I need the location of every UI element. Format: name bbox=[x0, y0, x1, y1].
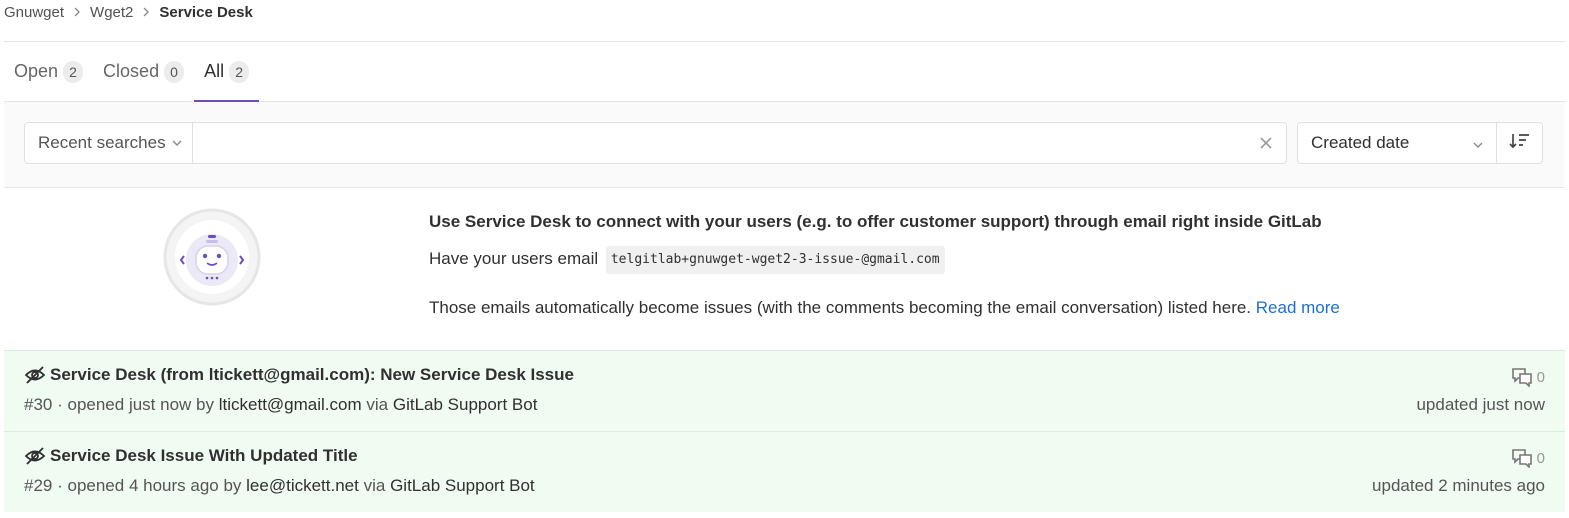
chevron-right-icon bbox=[73, 7, 81, 17]
issue-comment-count: 0 bbox=[1536, 368, 1545, 386]
issue-number: #29 bbox=[24, 476, 53, 495]
issue-meta: #30 · opened just now by ltickett@gmail.… bbox=[24, 395, 537, 415]
tab-all[interactable]: All 2 bbox=[194, 42, 260, 102]
issue-author[interactable]: ltickett@gmail.com bbox=[219, 395, 362, 414]
sort-dropdown[interactable]: Created date bbox=[1297, 122, 1497, 164]
issue-comments[interactable]: 0 bbox=[1511, 367, 1545, 387]
list-item[interactable]: Service Desk Issue With Updated Title #2… bbox=[4, 431, 1565, 512]
service-desk-email-line: Have your users email telgitlab+gnuwget-… bbox=[429, 246, 1529, 274]
sort-direction-button[interactable] bbox=[1496, 122, 1543, 164]
issue-list: Service Desk (from ltickett@gmail.com): … bbox=[4, 350, 1565, 512]
search-input-wrapper bbox=[192, 122, 1287, 164]
service-desk-page: Gnuwget Wget2 Service Desk Open 2 Closed… bbox=[0, 0, 1569, 518]
breadcrumb-gnuwget[interactable]: Gnuwget bbox=[4, 4, 64, 21]
tab-closed-count: 0 bbox=[164, 60, 185, 83]
search-input[interactable] bbox=[193, 123, 1286, 163]
issue-via-name: GitLab Support Bot bbox=[392, 395, 538, 414]
close-icon[interactable] bbox=[1258, 135, 1274, 151]
chevron-right-icon bbox=[142, 7, 150, 17]
tab-open[interactable]: Open 2 bbox=[4, 42, 93, 101]
chevron-down-icon bbox=[172, 139, 182, 147]
service-desk-email-prefix: Have your users email bbox=[429, 249, 599, 268]
comments-icon bbox=[1511, 449, 1532, 468]
sort-label: Created date bbox=[1311, 133, 1410, 152]
service-desk-description-line: Those emails automatically become issues… bbox=[429, 296, 1529, 320]
issue-opened: · opened 4 hours ago by bbox=[57, 476, 242, 495]
recent-searches-dropdown[interactable]: Recent searches bbox=[24, 122, 193, 164]
issue-title-row: Service Desk Issue With Updated Title bbox=[24, 446, 358, 466]
issue-author[interactable]: lee@tickett.net bbox=[246, 476, 359, 495]
tab-closed-label: Closed bbox=[103, 61, 160, 81]
tab-open-label: Open bbox=[14, 61, 59, 81]
breadcrumb-wget2[interactable]: Wget2 bbox=[90, 4, 133, 21]
issue-via: via bbox=[366, 395, 389, 414]
issue-via-name: GitLab Support Bot bbox=[390, 476, 535, 495]
service-desk-email[interactable]: telgitlab+gnuwget-wget2-3-issue-@gmail.c… bbox=[605, 246, 945, 274]
service-desk-title: Use Service Desk to connect with your us… bbox=[429, 212, 1322, 231]
issue-meta: #29 · opened 4 hours ago by lee@tickett.… bbox=[24, 476, 535, 496]
chevron-down-icon bbox=[1472, 136, 1484, 156]
service-desk-robot-icon bbox=[163, 208, 261, 306]
issue-opened: · opened just now by bbox=[57, 395, 214, 414]
tab-all-label: All bbox=[204, 61, 225, 81]
comments-icon bbox=[1511, 368, 1532, 387]
filter-bar: Recent searches Created date bbox=[4, 102, 1565, 188]
issue-updated: updated 2 minutes ago bbox=[1372, 476, 1545, 495]
issue-via: via bbox=[363, 476, 386, 495]
breadcrumb-current[interactable]: Service Desk bbox=[159, 4, 252, 21]
service-desk-text: Use Service Desk to connect with your us… bbox=[429, 210, 1529, 320]
issue-state-tabs: Open 2 Closed 0 All 2 bbox=[4, 42, 1565, 102]
service-desk-info: Use Service Desk to connect with your us… bbox=[4, 188, 1565, 350]
tab-closed[interactable]: Closed 0 bbox=[93, 42, 194, 101]
issue-number: #30 bbox=[24, 395, 53, 414]
issue-updated: updated just now bbox=[1416, 395, 1545, 414]
tab-all-count: 2 bbox=[229, 60, 250, 83]
eye-slash-icon bbox=[24, 447, 46, 465]
issue-title-link[interactable]: Service Desk (from ltickett@gmail.com): … bbox=[50, 365, 574, 385]
issue-comment-count: 0 bbox=[1536, 449, 1545, 467]
read-more-link[interactable]: Read more bbox=[1256, 298, 1340, 317]
issue-comments[interactable]: 0 bbox=[1511, 448, 1545, 468]
breadcrumb: Gnuwget Wget2 Service Desk bbox=[4, 0, 253, 24]
recent-searches-label: Recent searches bbox=[38, 133, 166, 152]
issue-title-link[interactable]: Service Desk Issue With Updated Title bbox=[50, 446, 358, 466]
list-item[interactable]: Service Desk (from ltickett@gmail.com): … bbox=[4, 350, 1565, 431]
sort-direction-icon bbox=[1508, 132, 1531, 155]
issue-title-row: Service Desk (from ltickett@gmail.com): … bbox=[24, 365, 574, 385]
service-desk-description: Those emails automatically become issues… bbox=[429, 298, 1252, 317]
tab-open-count: 2 bbox=[63, 60, 84, 83]
eye-slash-icon bbox=[24, 366, 46, 384]
